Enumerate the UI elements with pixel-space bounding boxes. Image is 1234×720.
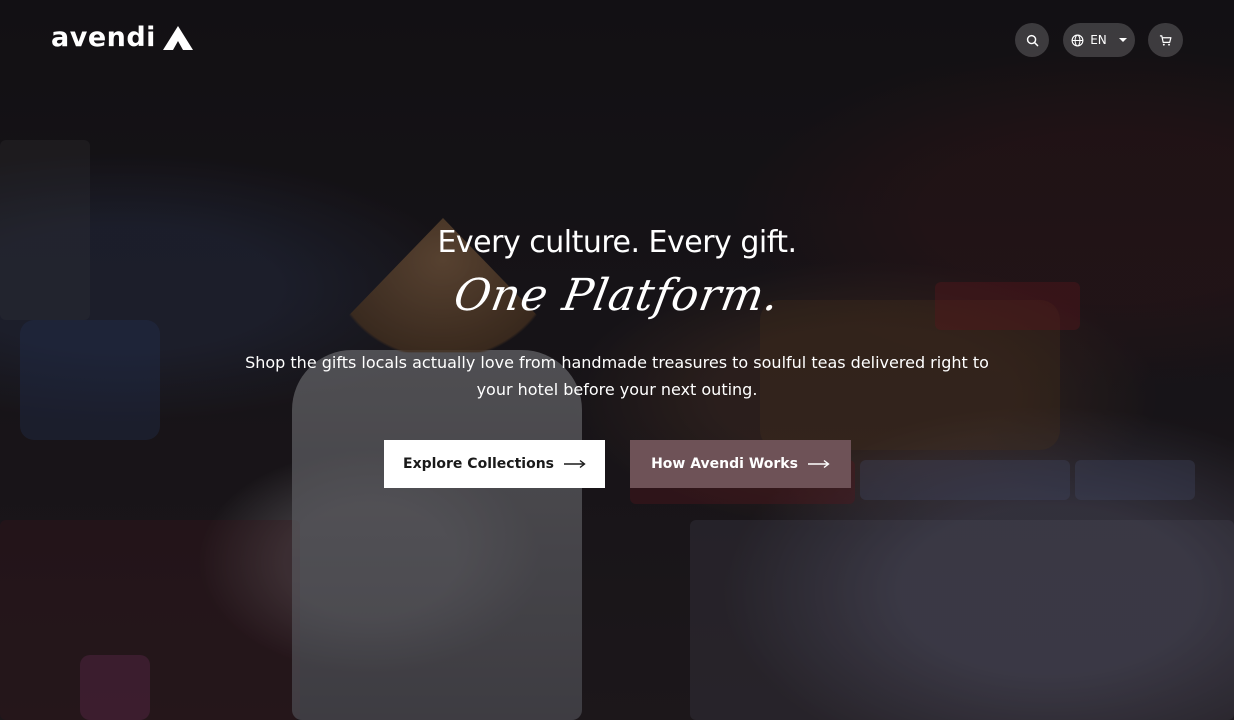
search-icon [1026, 34, 1038, 46]
arrow-right-icon [807, 459, 830, 469]
globe-icon [1071, 34, 1084, 46]
arrow-right-icon [564, 459, 586, 469]
language-selector[interactable]: EN [1063, 23, 1135, 57]
caret-down-icon [1118, 38, 1127, 42]
cart-icon [1159, 34, 1172, 46]
brand-logo[interactable]: avendi [51, 22, 194, 53]
cart-button[interactable] [1148, 23, 1183, 57]
how-avendi-works-button[interactable]: How Avendi Works [630, 440, 851, 488]
triangle-logo-mark-icon [162, 25, 193, 50]
site-header: avendi EN [0, 0, 1234, 80]
hero-headline: Every culture. Every gift. [437, 225, 797, 260]
search-button[interactable] [1015, 23, 1049, 57]
hero-subtitle: Shop the gifts locals actually love from… [245, 353, 989, 399]
explore-collections-button[interactable]: Explore Collections [384, 440, 605, 488]
brand-name: avendi [51, 22, 156, 53]
how-avendi-works-label: How Avendi Works [651, 456, 798, 472]
hero-script-tagline: One Platform. [450, 270, 784, 321]
language-code: EN [1090, 33, 1107, 47]
explore-collections-label: Explore Collections [403, 456, 554, 472]
hero-section: avendi EN Every culture. Every gift. One… [0, 0, 1234, 720]
